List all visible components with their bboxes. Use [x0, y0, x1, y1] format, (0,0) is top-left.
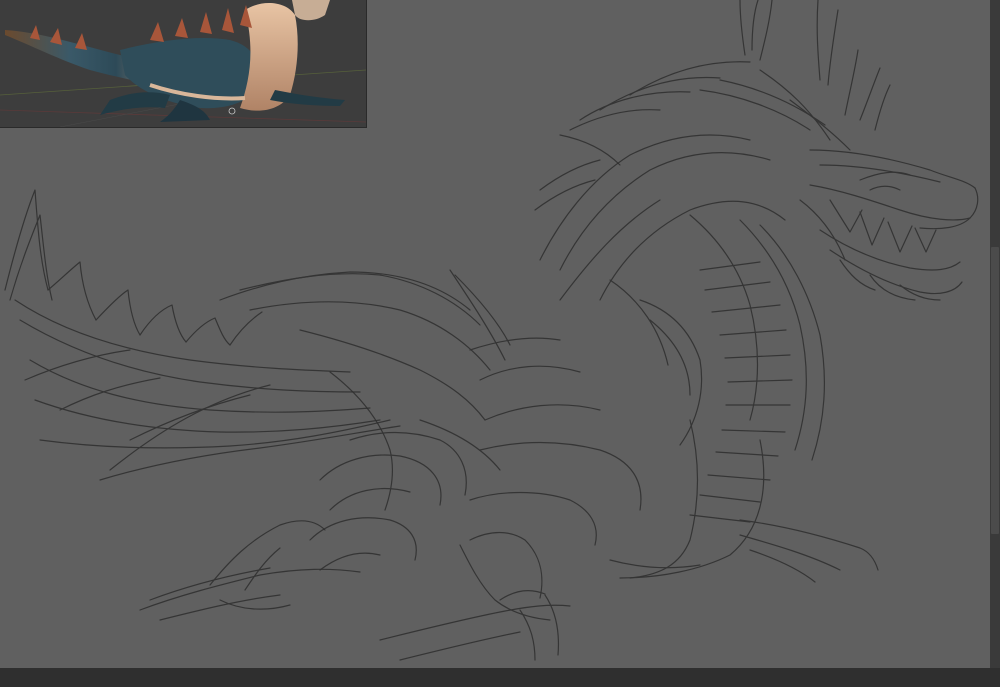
tail-sketch [4, 189, 401, 481]
dragon-reference-render [0, 0, 366, 127]
vertical-scrollbar[interactable] [990, 0, 1000, 668]
neck-sketch [539, 134, 879, 583]
drawing-canvas[interactable] [0, 0, 990, 668]
neck-spines-sketch [534, 0, 891, 211]
head-sketch [799, 149, 979, 301]
vertical-scrollbar-thumb[interactable] [991, 247, 999, 535]
front-leg-sketch [139, 520, 571, 661]
reference-image-panel [0, 0, 367, 128]
body-sketch [219, 269, 642, 571]
status-bar [0, 668, 1000, 687]
